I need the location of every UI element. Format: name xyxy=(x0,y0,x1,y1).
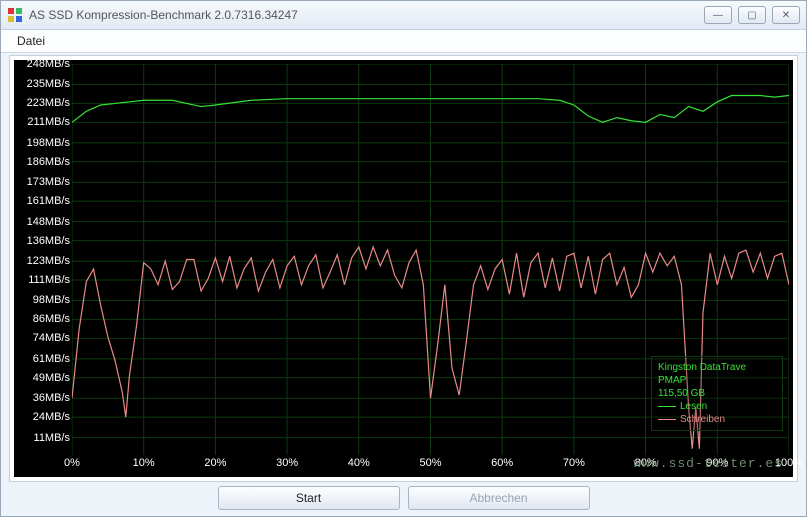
y-tick-label: 49MB/s xyxy=(33,372,70,384)
y-tick-label: 186MB/s xyxy=(27,156,70,168)
y-tick-label: 11MB/s xyxy=(34,432,70,444)
legend-box: Kingston DataTrave PMAP 115,50 GB Lesen … xyxy=(651,356,783,431)
button-bar: Start Abbrechen xyxy=(1,486,806,512)
y-tick-label: 148MB/s xyxy=(27,216,70,228)
y-tick-label: 161MB/s xyxy=(27,195,70,207)
content-panel: 11MB/s 24MB/s 36MB/s 49MB/s 61MB/s 74MB/s 86MB… xyxy=(9,55,798,482)
plot-area: Kingston DataTrave PMAP 115,50 GB Lesen … xyxy=(72,64,789,455)
abbrechen-button: Abbrechen xyxy=(408,486,590,510)
y-tick-label: 136MB/s xyxy=(27,235,70,247)
x-tick-label: 50% xyxy=(419,457,441,469)
maximize-button[interactable]: ▢ xyxy=(738,6,766,24)
legend-device-line2: PMAP xyxy=(658,374,776,387)
titlebar[interactable]: AS SSD Kompression-Benchmark 2.0.7316.34… xyxy=(1,1,806,30)
y-tick-label: 111MB/s xyxy=(28,274,70,286)
y-tick-label: 198MB/s xyxy=(27,137,70,149)
x-tick-label: 40% xyxy=(348,457,370,469)
x-tick-label: 10% xyxy=(133,457,155,469)
chart-area: 11MB/s 24MB/s 36MB/s 49MB/s 61MB/s 74MB/s 86MB… xyxy=(14,60,793,477)
minimize-button[interactable]: — xyxy=(704,6,732,24)
x-tick-label: 20% xyxy=(204,457,226,469)
legend-read: Lesen xyxy=(658,400,776,413)
window-title: AS SSD Kompression-Benchmark 2.0.7316.34… xyxy=(29,8,704,22)
y-tick-label: 36MB/s xyxy=(33,392,70,404)
close-button[interactable]: ✕ xyxy=(772,6,800,24)
y-tick-label: 173MB/s xyxy=(27,176,70,188)
y-tick-label: 235MB/s xyxy=(27,78,70,90)
menu-bar: Datei xyxy=(1,30,806,53)
menu-datei[interactable]: Datei xyxy=(9,32,53,50)
x-tick-label: 70% xyxy=(563,457,585,469)
app-window: AS SSD Kompression-Benchmark 2.0.7316.34… xyxy=(0,0,807,517)
y-tick-label: 74MB/s xyxy=(33,332,70,344)
y-axis-labels: 11MB/s 24MB/s 36MB/s 49MB/s 61MB/s 74MB/s 86MB… xyxy=(16,64,72,455)
y-tick-label: 223MB/s xyxy=(27,97,70,109)
y-tick-label: 98MB/s xyxy=(33,294,70,306)
legend-device-line1: Kingston DataTrave xyxy=(658,361,776,374)
start-button[interactable]: Start xyxy=(218,486,400,510)
y-tick-label: 123MB/s xyxy=(27,255,70,267)
app-icon xyxy=(7,7,23,23)
window-controls: — ▢ ✕ xyxy=(704,6,800,24)
y-tick-label: 211MB/s xyxy=(27,116,70,128)
x-tick-label: 30% xyxy=(276,457,298,469)
legend-capacity: 115,50 GB xyxy=(658,387,776,400)
watermark: www.ssd-tester.es xyxy=(633,456,783,471)
x-tick-label: 60% xyxy=(491,457,513,469)
legend-write: Schreiben xyxy=(658,413,776,426)
x-tick-label: 0% xyxy=(64,457,80,469)
y-tick-label: 86MB/s xyxy=(33,313,70,325)
y-tick-label: 248MB/s xyxy=(27,58,70,70)
y-tick-label: 24MB/s xyxy=(33,411,70,423)
y-tick-label: 61MB/s xyxy=(33,353,70,365)
